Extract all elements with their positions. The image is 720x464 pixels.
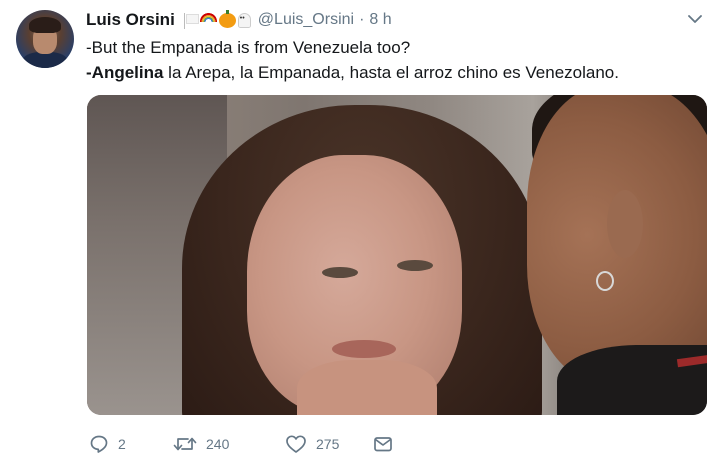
tweet-line-1: -But the Empanada is from Venezuela too? [86,35,700,60]
timestamp[interactable]: 8 h [369,11,391,29]
user-handle[interactable]: @Luis_Orsini [258,11,354,29]
tweet-text: -But the Empanada is from Venezuela too?… [86,35,700,85]
photo-woman-eye-right [397,260,433,271]
tweet-line-2-text: la Arepa, la Empanada, hasta el arroz ch… [163,63,619,82]
rainbow-icon [199,12,217,22]
like-button[interactable]: 275 [285,434,373,454]
reply-button[interactable]: 2 [89,434,149,454]
retweet-button[interactable]: 240 [173,434,285,454]
avatar-shirt [22,52,68,68]
separator-dot: · [359,11,365,28]
reply-icon [90,435,108,453]
chevron-down-icon[interactable] [688,12,702,26]
display-name[interactable]: Luis Orsini [86,10,175,30]
like-count: 275 [316,436,340,452]
tweet-card: Luis Orsini @Luis_Orsini · 8 h -But the … [0,0,720,464]
pumpkin-icon [218,9,236,28]
photo-man-shirt [557,345,707,415]
reply-count: 2 [118,436,126,452]
avatar[interactable] [16,10,74,68]
tweet-actions: 2 240 275 [89,432,393,456]
tweet-line-2-bold: -Angelina [86,63,164,82]
photo-woman-lips [332,340,396,358]
ghost-icon [237,12,251,28]
avatar-hair [29,17,61,33]
photo-man-earring [596,271,614,291]
tweet-line-2: -Angelina la Arepa, la Empanada, hasta e… [86,60,700,85]
heart-icon [286,435,306,453]
tweet-photo[interactable] [87,95,707,415]
retweet-count: 240 [206,436,230,452]
white-flag-icon [181,12,199,29]
retweet-icon [173,437,197,451]
name-emojis [181,9,251,29]
photo-woman-hand [297,360,437,415]
tweet-line-1-text: -But the Empanada is from Venezuela too? [86,38,411,57]
direct-message-button[interactable] [373,434,393,454]
photo-man-ear [607,190,643,258]
envelope-icon [374,437,392,452]
tweet-header: Luis Orsini @Luis_Orsini · 8 h [86,9,680,31]
photo-woman-eye-left [322,267,358,278]
